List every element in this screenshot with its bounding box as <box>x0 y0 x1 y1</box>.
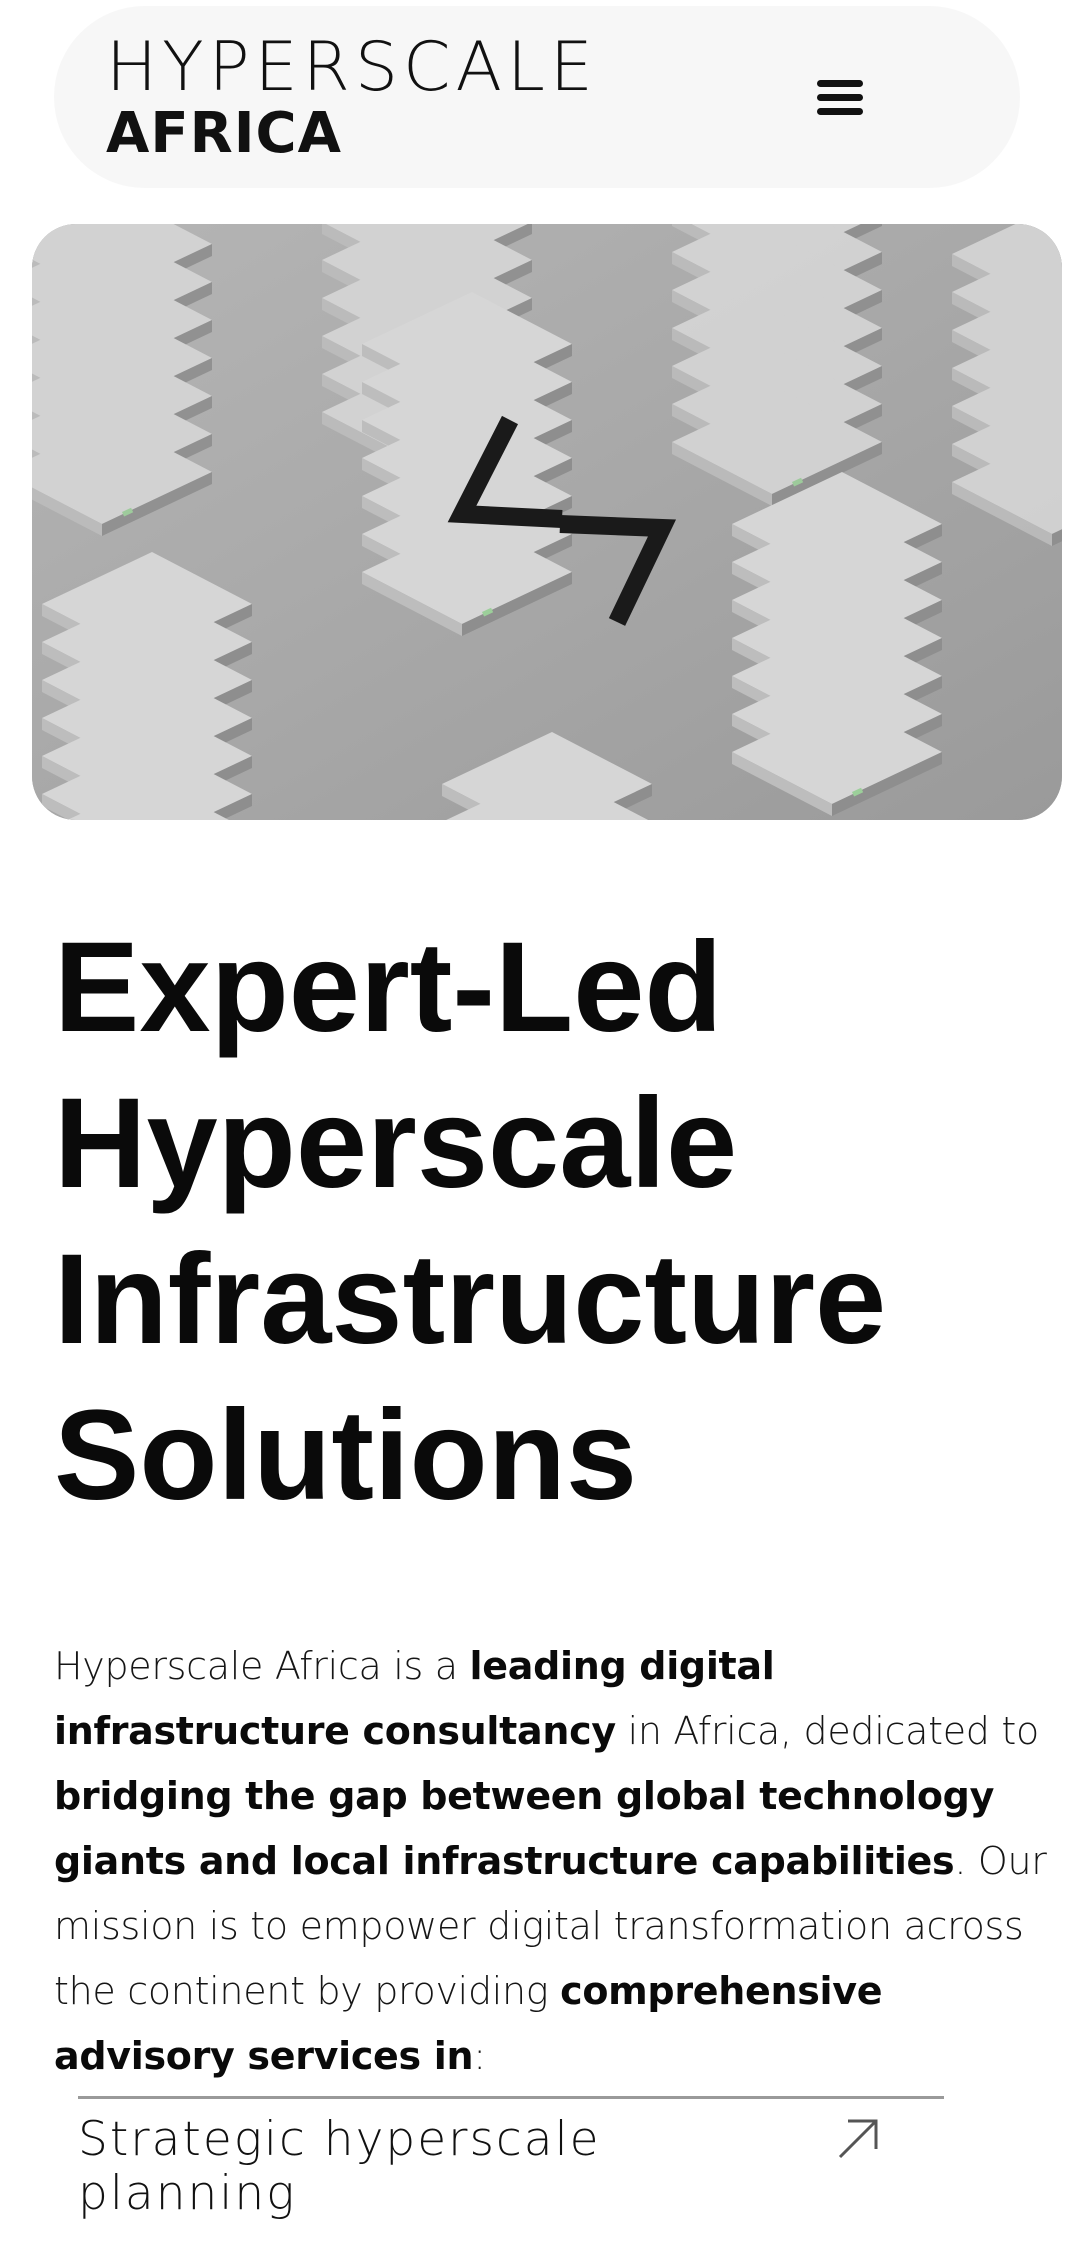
title-line: Expert-Led <box>54 916 723 1059</box>
menu-bar <box>817 79 863 87</box>
site-header: HYPERSCALE AFRICA <box>54 6 1020 188</box>
intro-text: in Africa, dedicated to <box>615 1709 1040 1753</box>
title-line: Infrastructure <box>54 1228 887 1371</box>
service-item-label: Strategic hyperscale planning <box>78 2112 601 2221</box>
menu-bar <box>817 107 863 115</box>
server-racks-image <box>32 224 1062 820</box>
service-item-strategic-planning[interactable]: Strategic hyperscale planning <box>78 2096 944 2254</box>
intro-text: : <box>473 2034 486 2078</box>
logo-link[interactable]: HYPERSCALE AFRICA <box>106 32 598 166</box>
hero-image <box>32 224 1062 820</box>
title-line: Hyperscale <box>54 1072 738 1215</box>
page: HYPERSCALE AFRICA Expert-Led Hyperscale … <box>0 0 1080 2254</box>
intro-paragraph: Hyperscale Africa is a leading digital i… <box>54 1634 1054 2089</box>
logo-wordmark-bottom: AFRICA <box>106 101 342 166</box>
hamburger-menu-icon[interactable] <box>810 72 870 122</box>
intro-emphasis: bridging the gap between global technolo… <box>54 1774 995 1883</box>
menu-bar <box>817 93 863 101</box>
title-line: Solutions <box>54 1384 638 1527</box>
logo-wordmark-top: HYPERSCALE <box>106 28 598 107</box>
arrow-up-right-icon <box>838 2119 878 2159</box>
page-title: Expert-Led Hyperscale Infrastructure Sol… <box>54 910 1044 1534</box>
intro-text: Hyperscale Africa is a <box>54 1644 470 1688</box>
